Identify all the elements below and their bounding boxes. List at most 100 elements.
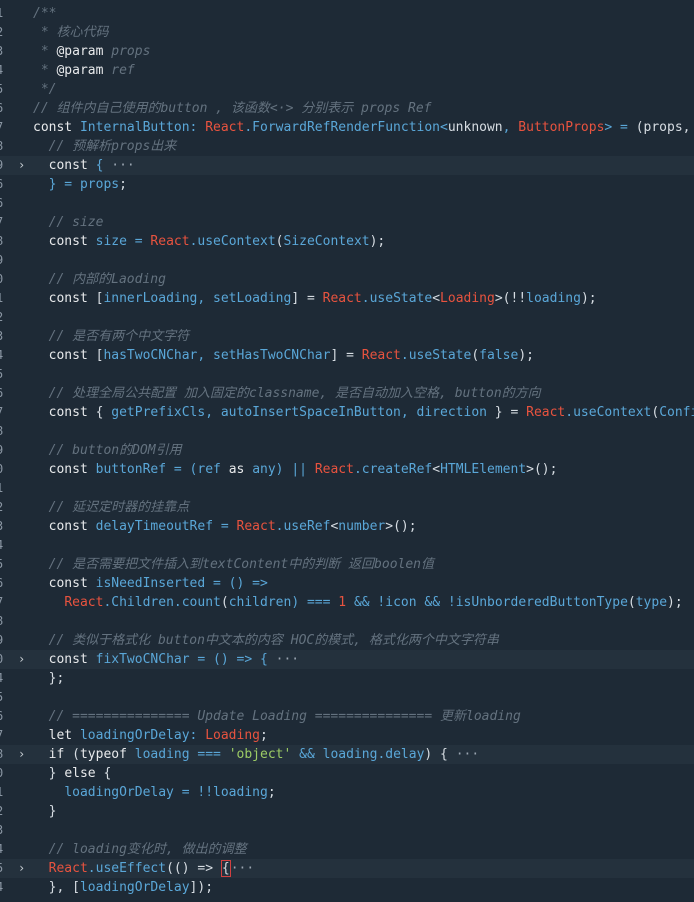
fold-chevron-icon[interactable]: › — [18, 650, 25, 669]
code-line[interactable]: 2 } — [0, 802, 694, 821]
code-token: : — [189, 728, 206, 743]
code-editor[interactable]: 1/**2 * 核心代码3 * @param props4 * @param r… — [0, 0, 694, 902]
line-number: 4 — [0, 536, 3, 555]
line-gutter: 8 — [0, 137, 34, 156]
code-line[interactable]: 5 — [0, 688, 694, 707]
code-line[interactable]: 2 // 延迟定时器的挂靠点 — [0, 498, 694, 517]
code-token: const — [48, 291, 96, 306]
code-line[interactable]: 2 * 核心代码 — [0, 23, 694, 42]
code-line[interactable]: 1 const [innerLoading, setLoading] = Rea… — [0, 289, 694, 308]
code-token: any — [252, 462, 276, 477]
code-text: */ — [33, 80, 57, 99]
code-text: const size = React.useContext(SizeContex… — [33, 232, 386, 251]
code-line[interactable]: 0 // 内部的Laoding — [0, 270, 694, 289]
line-gutter: 8› — [0, 745, 34, 764]
code-line[interactable]: 0 const buttonRef = (ref as any) || Reac… — [0, 460, 694, 479]
code-token: < — [432, 462, 441, 477]
line-gutter: 1 — [0, 479, 34, 498]
code-token: === — [189, 747, 229, 762]
code-line[interactable]: 8 const size = React.useContext(SizeCont… — [0, 232, 694, 251]
fold-chevron-icon[interactable]: › — [18, 745, 25, 764]
code-line[interactable]: 7 const InternalButton: React.ForwardRefR… — [0, 118, 694, 137]
line-number: 4 — [0, 669, 3, 688]
code-token: { — [87, 158, 112, 173]
code-comment: ref — [103, 63, 135, 78]
code-comment: // 延迟定时器的挂靠点 — [33, 500, 190, 515]
code-line[interactable]: 3 * @param props — [0, 42, 694, 61]
code-line[interactable]: 4 const [hasTwoCNChar, setHasTwoCNChar] … — [0, 346, 694, 365]
code-line[interactable]: 7 // size — [0, 213, 694, 232]
line-gutter: 7 — [0, 593, 34, 612]
line-gutter: 4 — [0, 61, 34, 80]
code-token: const — [48, 158, 88, 173]
code-token: (props, r — [635, 120, 691, 135]
code-line[interactable]: 4 // loading变化时, 做出的调整 — [0, 840, 694, 859]
line-gutter: 7 — [0, 726, 34, 745]
code-line[interactable]: 2 — [0, 308, 694, 327]
fold-chevron-icon[interactable]: › — [18, 859, 25, 878]
line-gutter: 8 — [0, 422, 34, 441]
code-line[interactable]: 6 // 组件内自己使用的button , 该函数<·> 分别表示 props R… — [0, 99, 694, 118]
code-line[interactable]: 4 — [0, 536, 694, 555]
code-token: = ( — [166, 462, 198, 477]
line-gutter: 4 — [0, 669, 34, 688]
code-line[interactable]: 6 } = props; — [0, 175, 694, 194]
code-line[interactable]: 8 // 预解析props出来 — [0, 137, 694, 156]
code-line[interactable]: 7 let loadingOrDelay: Loading; — [0, 726, 694, 745]
code-line[interactable]: 4 }, [loadingOrDelay]); — [0, 878, 694, 897]
code-text: const fixTwoCNChar = () => { ··· — [33, 650, 299, 669]
code-token: ( — [627, 595, 636, 610]
code-line[interactable]: 9› const { ··· — [0, 156, 694, 175]
line-number: 6 — [0, 384, 3, 403]
code-line[interactable]: 9 — [0, 251, 694, 270]
code-line[interactable]: 7 React.Children.count(children) === 1 &… — [0, 593, 694, 612]
code-line[interactable]: 5 — [0, 365, 694, 384]
code-token: children — [228, 595, 292, 610]
code-line[interactable]: 5 // 是否需要把文件插入到textContent中的判断 返回boolen值 — [0, 555, 694, 574]
code-line[interactable]: 0 } else { — [0, 764, 694, 783]
line-gutter: 0 — [0, 764, 34, 783]
code-line[interactable]: 1 — [0, 479, 694, 498]
code-comment: // size — [33, 215, 104, 230]
line-gutter: 5 — [0, 555, 34, 574]
code-line[interactable]: 3 // 是否有两个中文字符 — [0, 327, 694, 346]
code-token: number — [338, 519, 386, 534]
code-line[interactable]: 1 loadingOrDelay = !!loading; — [0, 783, 694, 802]
code-line[interactable]: 3 const delayTimeoutRef = React.useRef<n… — [0, 517, 694, 536]
code-line[interactable]: 5 */ — [0, 80, 694, 99]
code-token: typeof — [79, 747, 135, 762]
code-line[interactable]: 3 — [0, 821, 694, 840]
code-line[interactable]: 5› React.useEffect(() => {··· — [0, 859, 694, 878]
code-line[interactable]: 1 /** — [0, 4, 694, 23]
line-number: 4 — [0, 346, 3, 365]
code-line[interactable]: 4 }; — [0, 669, 694, 688]
code-token: React — [236, 519, 276, 534]
line-number: 7 — [0, 118, 3, 137]
code-line[interactable]: 8› if (typeof loading === 'object' && lo… — [0, 745, 694, 764]
code-line[interactable]: 9 // button的DOM引用 — [0, 441, 694, 460]
code-comment: // 内部的Laoding — [33, 272, 166, 287]
code-token: > = — [604, 120, 636, 135]
code-line[interactable]: 6 — [0, 194, 694, 213]
code-token: Config — [659, 405, 694, 420]
code-token: = () => — [205, 576, 268, 591]
code-line[interactable]: 8 — [0, 422, 694, 441]
code-line[interactable]: 8 — [0, 612, 694, 631]
code-text: if (typeof loading === 'object' && loadi… — [33, 745, 480, 764]
code-line[interactable]: 7 const { getPrefixCls, autoInsertSpaceI… — [0, 403, 694, 422]
line-gutter: 6 — [0, 574, 34, 593]
code-line[interactable]: 6 // 处理全局公共配置 加入固定的classname, 是否自动加入空格, … — [0, 384, 694, 403]
line-gutter: 5› — [0, 859, 34, 878]
line-number: 4 — [0, 840, 3, 859]
code-line[interactable]: 9 // 类似于格式化 button中文本的内容 HOC的模式, 格式化两个中文… — [0, 631, 694, 650]
code-token: (() => — [166, 861, 221, 876]
code-line[interactable]: 6 const isNeedInserted = () => — [0, 574, 694, 593]
line-gutter: 5 — [0, 80, 34, 99]
code-line[interactable]: 0› const fixTwoCNChar = () => { ··· — [0, 650, 694, 669]
code-line[interactable]: 4 * @param ref — [0, 61, 694, 80]
fold-chevron-icon[interactable]: › — [18, 156, 25, 175]
code-token: . — [353, 462, 362, 477]
code-line[interactable]: 6 // =============== Update Loading ====… — [0, 707, 694, 726]
code-token: setHasTwoCNChar — [213, 348, 331, 363]
code-token: ··· — [455, 747, 480, 762]
